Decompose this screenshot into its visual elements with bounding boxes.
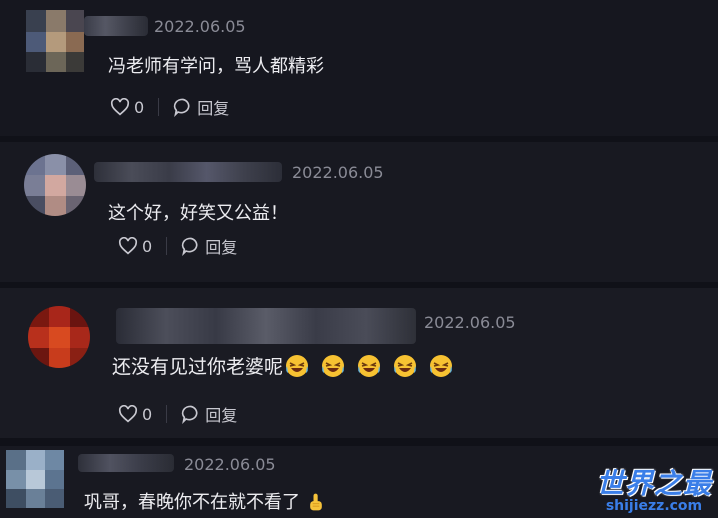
avatar[interactable] (24, 154, 86, 216)
heart-icon (118, 405, 138, 423)
comment-bubble-icon (182, 237, 198, 256)
divider (158, 98, 160, 116)
reply-button[interactable]: 回复 (181, 402, 237, 426)
comment-actions: 0 回复 (110, 95, 229, 119)
username-blurred[interactable] (116, 308, 416, 344)
like-button[interactable]: 0 (110, 98, 144, 117)
comment-actions: 0 回复 (118, 402, 237, 426)
reply-button[interactable]: 回复 (173, 95, 229, 119)
laughing-crying-emoji (322, 355, 345, 377)
divider (166, 405, 168, 423)
avatar[interactable] (6, 450, 64, 508)
username-blurred[interactable] (94, 162, 282, 182)
comment-date: 2022.06.05 (154, 17, 246, 36)
username-blurred[interactable] (78, 454, 174, 472)
watermark-url: shijiezz.com (605, 498, 703, 514)
laughing-crying-emoji (286, 355, 309, 377)
reply-label: 回复 (205, 406, 238, 425)
comment-date: 2022.06.05 (184, 455, 276, 474)
laughing-crying-emoji (358, 355, 381, 377)
heart-icon (110, 98, 130, 116)
comment-actions: 0 回复 (118, 234, 237, 258)
heart-icon (118, 237, 138, 255)
comment-date: 2022.06.05 (292, 163, 384, 182)
reply-button[interactable]: 回复 (181, 234, 237, 258)
comment-item: 2022.06.05 还没有见过你老婆呢 0 回复 (0, 288, 718, 438)
like-count: 0 (142, 404, 153, 424)
reply-label: 回复 (205, 238, 238, 257)
divider (166, 237, 168, 255)
like-count: 0 (142, 236, 153, 256)
comment-text: 冯老师有学问，骂人都精彩 (108, 56, 324, 77)
separator (0, 438, 718, 446)
like-button[interactable]: 0 (118, 237, 152, 256)
comment-item: 2022.06.05 冯老师有学问，骂人都精彩 0 回复 (0, 0, 718, 136)
comment-text: 巩哥，春晚你不在就不看了 (84, 488, 326, 514)
reply-label: 回复 (197, 99, 230, 118)
comment-text-content: 巩哥，春晚你不在就不看了 (84, 492, 300, 513)
pointing-hand-emoji (310, 493, 322, 511)
like-count: 0 (134, 97, 145, 117)
comment-text: 这个好，好笑又公益！ (108, 203, 288, 224)
watermark-title: 世界之最 (595, 467, 712, 500)
laughing-crying-emoji (394, 355, 417, 377)
comment-bubble-icon (182, 405, 198, 424)
comment-date: 2022.06.05 (424, 313, 516, 332)
comment-bubble-icon (174, 98, 190, 117)
avatar[interactable] (28, 306, 90, 368)
avatar[interactable] (26, 10, 84, 72)
comment-item: 2022.06.05 这个好，好笑又公益！ 0 回复 (0, 142, 718, 282)
comment-text-content: 还没有见过你老婆呢 (112, 356, 284, 378)
username-blurred[interactable] (84, 16, 148, 36)
comment-item: 2022.06.05 巩哥，春晚你不在就不看了 世界之最 shijiezz.co… (0, 446, 718, 518)
watermark: 世界之最 shijiezz.com (596, 462, 712, 514)
comment-text: 还没有见过你老婆呢 (112, 352, 453, 379)
like-button[interactable]: 0 (118, 405, 152, 424)
laughing-crying-emoji (430, 355, 453, 377)
